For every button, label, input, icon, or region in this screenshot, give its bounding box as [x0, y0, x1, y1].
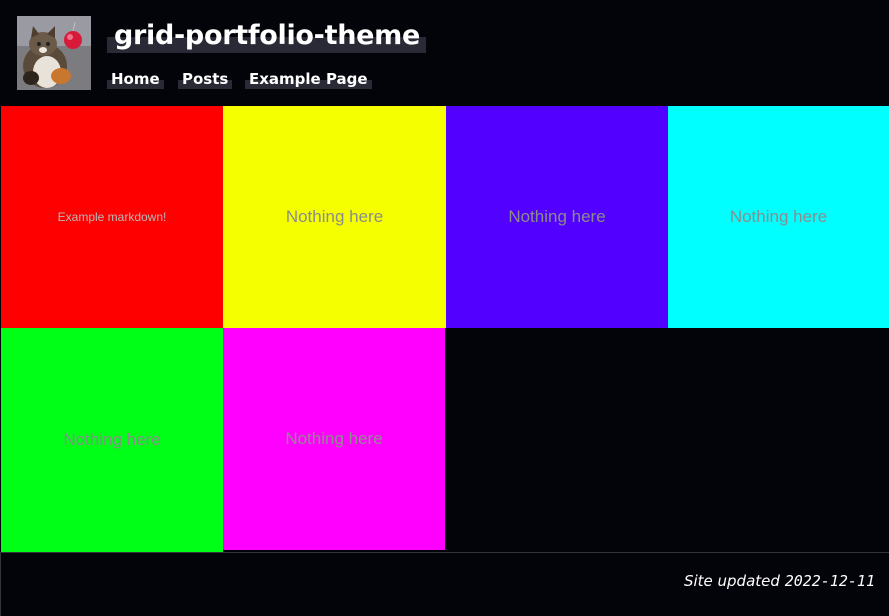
tile-label: Nothing here: [285, 429, 383, 448]
grid-tile-example-markdown[interactable]: Example markdown!: [1, 106, 223, 328]
grid-tile[interactable]: Nothing here: [446, 106, 668, 328]
nav-posts-link[interactable]: Posts: [178, 69, 233, 89]
footer-prefix: Site updated: [683, 572, 780, 590]
tile-label: Nothing here: [285, 207, 384, 226]
grid-tile[interactable]: Nothing here: [668, 106, 889, 328]
grid-tile[interactable]: Nothing here: [223, 106, 446, 328]
nav-example-page-link[interactable]: Example Page: [245, 69, 372, 89]
site-header: grid-portfolio-theme Home Posts Example …: [0, 0, 889, 106]
tile-label: Nothing here: [729, 207, 828, 226]
tile-label: Nothing here: [508, 207, 606, 226]
footer-divider: [0, 552, 889, 553]
cat-photo-icon: [17, 16, 91, 90]
portfolio-grid: Example markdown! Nothing here Nothing h…: [0, 106, 889, 552]
grid-tile[interactable]: Nothing here: [1, 328, 223, 552]
footer-left-border: [0, 552, 1, 616]
footer-date: 2022-12-11: [784, 572, 875, 590]
avatar[interactable]: [17, 16, 91, 90]
site-title[interactable]: grid-portfolio-theme: [107, 21, 426, 53]
grid-tile[interactable]: Nothing here: [223, 328, 445, 550]
tile-label: Nothing here: [63, 430, 161, 449]
site-footer: Site updated 2022-12-11: [684, 570, 875, 592]
nav-home-link[interactable]: Home: [107, 69, 164, 89]
tile-label: Example markdown!: [57, 210, 167, 224]
